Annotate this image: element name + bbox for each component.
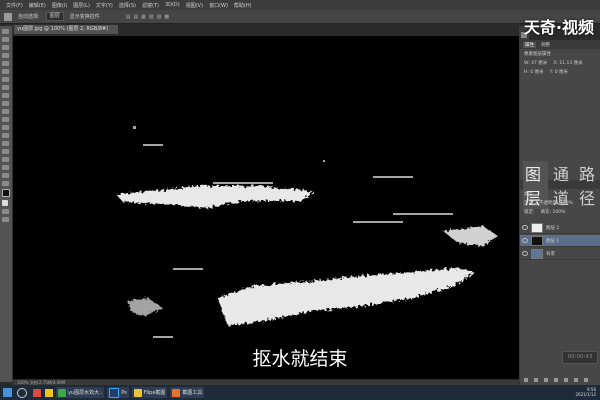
width-value[interactable]: W: 47 厘米 bbox=[524, 60, 547, 66]
background-color-icon[interactable] bbox=[2, 200, 8, 206]
taskbar-app-icon[interactable] bbox=[45, 388, 53, 397]
align-icons[interactable]: ▤▥▦▧▨▩ bbox=[126, 14, 172, 20]
layer-style-icon[interactable] bbox=[534, 378, 538, 382]
menu-item-help[interactable]: 帮助(H) bbox=[234, 2, 252, 9]
lasso-tool-icon[interactable] bbox=[2, 45, 9, 50]
menu-item-edit[interactable]: 编辑(E) bbox=[29, 2, 46, 9]
add-mask-icon[interactable] bbox=[544, 378, 548, 382]
layer-thumbnail bbox=[531, 248, 543, 259]
layer-name: 背景 bbox=[546, 251, 555, 257]
search-icon[interactable] bbox=[17, 387, 27, 398]
menu-item-3d[interactable]: 3D(D) bbox=[165, 2, 180, 8]
visibility-eye-icon[interactable] bbox=[522, 225, 528, 230]
move-tool-icon[interactable] bbox=[4, 12, 12, 21]
adjustment-layer-icon[interactable] bbox=[554, 378, 558, 382]
opacity-field[interactable]: 不透明度: 100% bbox=[539, 200, 573, 206]
lock-label: 锁定: bbox=[524, 209, 535, 215]
eyedropper-tool-icon[interactable] bbox=[2, 69, 9, 74]
layer-name: 图层 2 bbox=[546, 225, 560, 231]
path-select-tool-icon[interactable] bbox=[2, 157, 9, 162]
menu-item-window[interactable]: 窗口(W) bbox=[209, 2, 228, 9]
link-layers-icon[interactable] bbox=[524, 378, 528, 382]
image-canvas[interactable] bbox=[13, 36, 519, 379]
move-tool-icon[interactable] bbox=[2, 29, 9, 34]
height-value[interactable]: H: 0 厘米 bbox=[524, 69, 544, 75]
y-value[interactable]: Y: 0 厘米 bbox=[550, 69, 568, 75]
tools-panel bbox=[0, 26, 13, 382]
taskbar-item-snipping[interactable]: 截图工具 bbox=[170, 387, 205, 398]
layer-row[interactable]: 图层 2 bbox=[520, 222, 600, 234]
auto-select-dropdown[interactable]: 图层 bbox=[45, 12, 64, 21]
blur-tool-icon[interactable] bbox=[2, 125, 9, 130]
properties-header: 像素图层属性 bbox=[524, 51, 551, 57]
layer-thumbnail bbox=[531, 222, 543, 233]
auto-select-checkbox[interactable]: 自动选择: bbox=[18, 13, 40, 20]
brush-tool-icon[interactable] bbox=[2, 85, 9, 90]
layer-row[interactable]: 背景 bbox=[520, 248, 600, 260]
tab-properties[interactable]: 属性 bbox=[523, 41, 536, 48]
taskbar-item-filpe[interactable]: Filpe截图 bbox=[131, 387, 168, 398]
blend-mode-select[interactable]: 正常 bbox=[524, 200, 533, 206]
layer-name: 图层 1 bbox=[546, 238, 560, 244]
gradient-tool-icon[interactable] bbox=[2, 117, 9, 122]
dodge-tool-icon[interactable] bbox=[2, 133, 9, 138]
shape-tool-icon[interactable] bbox=[2, 165, 9, 170]
water-mask-image bbox=[116, 126, 498, 338]
video-subtitle: 抠水就结束 bbox=[252, 348, 348, 370]
menu-item-layer[interactable]: 图层(L) bbox=[73, 2, 90, 9]
layer-kind-filter[interactable]: 类型 bbox=[524, 191, 533, 197]
menu-bar: 文件(F) 编辑(E) 图像(I) 图层(L) 文字(Y) 选择(S) 滤镜(T… bbox=[0, 0, 600, 10]
taskbar-clock[interactable]: 9:56 2021/1/12 bbox=[575, 387, 596, 397]
tab-paths[interactable]: 路径 bbox=[579, 161, 600, 209]
taskbar-item-photoshop[interactable]: Ps bbox=[107, 387, 129, 398]
taskbar-item-image[interactable]: yu图层水效大.. bbox=[56, 387, 105, 398]
healing-tool-icon[interactable] bbox=[2, 77, 9, 82]
taskbar-app-icon[interactable] bbox=[33, 388, 41, 397]
quick-select-tool-icon[interactable] bbox=[2, 53, 9, 58]
history-brush-tool-icon[interactable] bbox=[2, 101, 9, 106]
eraser-tool-icon[interactable] bbox=[2, 109, 9, 114]
windows-taskbar: yu图层水效大.. Ps Filpe截图 截图工具 9:56 2021/1/12 bbox=[0, 385, 600, 400]
clock-date: 2021/1/12 bbox=[575, 392, 596, 397]
layer-actions bbox=[524, 378, 600, 384]
group-icon[interactable] bbox=[564, 378, 568, 382]
document-tab[interactable]: yu图层.jpg @ 100% (图层 2, RGB/8#) bbox=[14, 25, 118, 34]
fill-field[interactable]: 填充: 100% bbox=[541, 209, 566, 215]
tab-adjustments[interactable]: 调整 bbox=[541, 42, 550, 48]
hand-tool-icon[interactable] bbox=[2, 173, 9, 178]
menu-item-select[interactable]: 选择(S) bbox=[119, 2, 136, 9]
layer-row[interactable]: 图层 1 bbox=[520, 235, 600, 247]
pen-tool-icon[interactable] bbox=[2, 141, 9, 146]
start-icon[interactable] bbox=[3, 388, 12, 397]
crop-tool-icon[interactable] bbox=[2, 61, 9, 66]
x-value[interactable]: X: 11.13 厘米 bbox=[553, 60, 582, 66]
quick-mask-icon[interactable] bbox=[2, 209, 9, 214]
show-transform-checkbox[interactable]: 显示变换控件 bbox=[70, 13, 100, 20]
watermark-logo: 天奇·视频 bbox=[523, 18, 594, 37]
video-timer: 00:00:43 bbox=[562, 351, 598, 364]
screen-mode-icon[interactable] bbox=[2, 217, 9, 222]
trash-icon[interactable] bbox=[584, 378, 588, 382]
layer-thumbnail bbox=[531, 235, 543, 246]
zoom-tool-icon[interactable] bbox=[2, 181, 9, 186]
new-layer-icon[interactable] bbox=[574, 378, 578, 382]
foreground-color-icon[interactable] bbox=[2, 189, 10, 197]
menu-item-filter[interactable]: 滤镜(T) bbox=[142, 2, 159, 9]
menu-item-type[interactable]: 文字(Y) bbox=[96, 2, 113, 9]
visibility-eye-icon[interactable] bbox=[522, 238, 528, 243]
options-bar: 自动选择: 图层 显示变换控件 ▤▥▦▧▨▩ bbox=[0, 10, 600, 24]
menu-item-file[interactable]: 文件(F) bbox=[6, 2, 23, 9]
type-tool-icon[interactable] bbox=[2, 149, 9, 154]
menu-item-view[interactable]: 视图(V) bbox=[186, 2, 203, 9]
menu-item-image[interactable]: 图像(I) bbox=[52, 2, 67, 9]
stamp-tool-icon[interactable] bbox=[2, 93, 9, 98]
visibility-eye-icon[interactable] bbox=[522, 251, 528, 256]
marquee-tool-icon[interactable] bbox=[2, 37, 9, 42]
